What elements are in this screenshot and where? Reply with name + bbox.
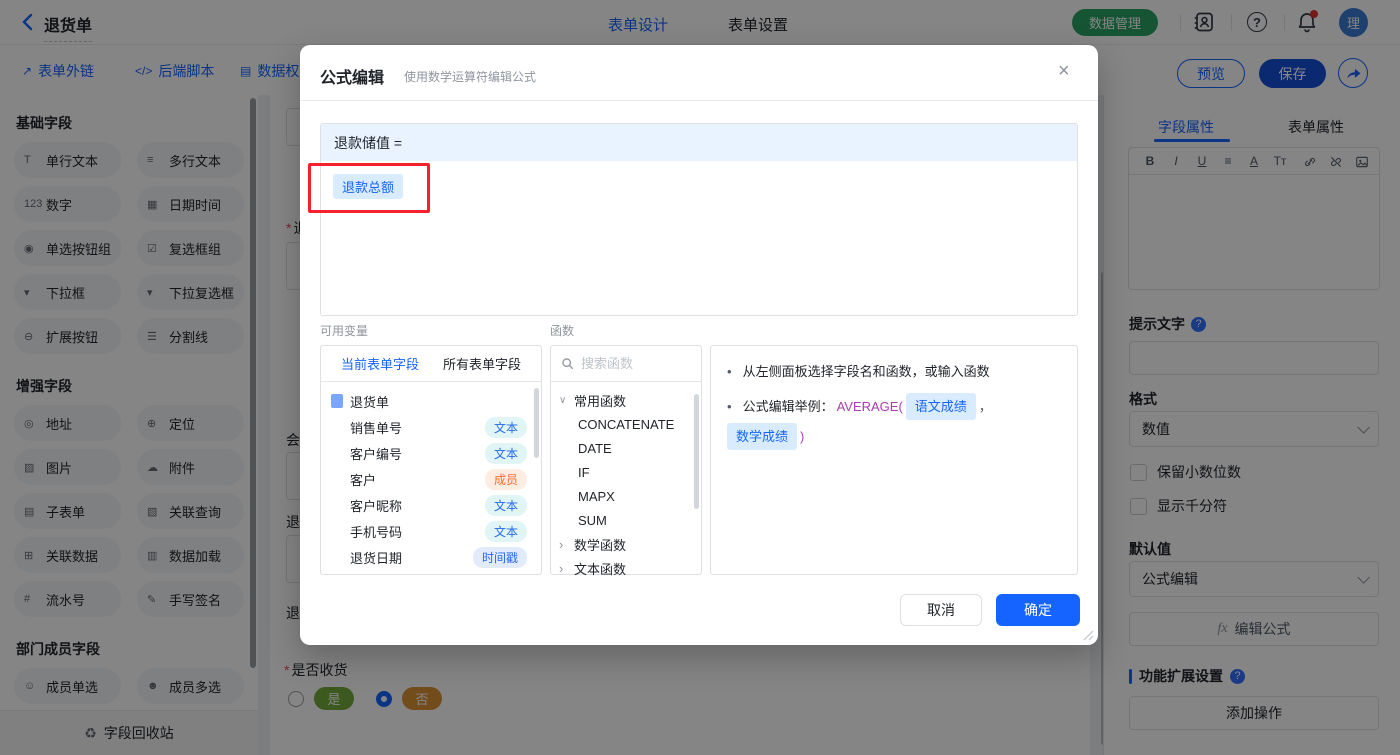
formula-target-bar: 退款储值 = — [321, 124, 1077, 161]
field-type-badge: 文本 — [484, 520, 527, 542]
field-type-badge: 时间戳 — [472, 546, 527, 568]
resize-handle[interactable] — [1082, 629, 1094, 641]
example-chip: 语文成绩 — [905, 393, 976, 420]
variables-tabs: 当前表单字段 所有表单字段 — [321, 346, 541, 382]
variable-field-row[interactable]: 客户昵称 文本 — [331, 492, 535, 518]
annotation-highlight-box — [308, 163, 430, 213]
variables-panel: 当前表单字段 所有表单字段 退货单 销售单号 文本 客户编号 文本 客户 成员 … — [320, 345, 542, 575]
function-list-row[interactable]: 数学函数 — [551, 532, 701, 556]
function-list-row[interactable]: SUM — [551, 508, 701, 532]
field-type-badge: 文本 — [484, 442, 527, 464]
help-line-2: 公式编辑举例：AVERAGE( 语文成绩 ， 数学成绩 ) — [727, 393, 1061, 450]
function-list-row[interactable]: 文本函数 — [551, 556, 701, 580]
function-list-row[interactable]: CONCATENATE — [551, 412, 701, 436]
functions-panel: 常用函数 CONCATENATE DATE IF MAPX SUM 数学函数 文… — [550, 345, 702, 577]
modal-header: 公式编辑 使用数学运算符编辑公式 × — [300, 45, 1098, 101]
function-list-row[interactable]: MAPX — [551, 484, 701, 508]
variables-scrollbar[interactable] — [534, 388, 539, 458]
function-list-row[interactable]: DATE — [551, 436, 701, 460]
variable-field-row[interactable]: 客户编号 文本 — [331, 440, 535, 466]
variable-field-row[interactable]: 手机号码 文本 — [331, 518, 535, 544]
form-icon — [331, 394, 343, 408]
formula-editor[interactable]: 退款储值 = 退款总额 — [320, 123, 1078, 316]
form-node[interactable]: 退货单 — [331, 388, 535, 414]
modal-subtitle: 使用数学运算符编辑公式 — [404, 70, 537, 84]
formula-edit-modal: 公式编辑 使用数学运算符编辑公式 × 退款储值 = 退款总额 可用变量 函数 当… — [300, 45, 1098, 645]
function-list-row[interactable]: 常用函数 — [551, 388, 701, 412]
cancel-button[interactable]: 取消 — [900, 594, 982, 626]
formula-help-panel: 从左侧面板选择字段名和函数，或输入函数 公式编辑举例：AVERAGE( 语文成绩… — [710, 345, 1078, 575]
modal-title: 公式编辑 — [320, 70, 385, 87]
confirm-button[interactable]: 确定 — [996, 594, 1080, 626]
function-list: 常用函数 CONCATENATE DATE IF MAPX SUM 数学函数 文… — [551, 382, 701, 586]
field-type-badge: 成员 — [484, 468, 527, 490]
function-list-row[interactable]: IF — [551, 460, 701, 484]
formula-body[interactable]: 退款总额 — [321, 161, 1077, 315]
functions-label: 函数 — [550, 324, 575, 338]
field-type-badge: 文本 — [484, 416, 527, 438]
function-search[interactable] — [551, 346, 701, 382]
help-line-1: 从左侧面板选择字段名和函数，或输入函数 — [727, 361, 1061, 382]
search-icon — [562, 358, 574, 370]
variable-field-row[interactable]: 退货日期 时间戳 — [331, 544, 535, 570]
variables-label: 可用变量 — [320, 324, 369, 338]
form-designer-screen: 退货单 表单设计 表单设置 数据管理 ? 理 ↗ 表单外链 </> 后端脚本 ▤ — [0, 0, 1400, 755]
function-search-input[interactable] — [581, 356, 681, 371]
variable-field-row[interactable]: 销售单号 文本 — [331, 414, 535, 440]
tab-all-form-fields[interactable]: 所有表单字段 — [443, 354, 521, 373]
variables-tree: 退货单 销售单号 文本 客户编号 文本 客户 成员 客户昵称 文本 手机号码 文… — [321, 382, 541, 570]
tab-current-form-fields[interactable]: 当前表单字段 — [341, 354, 419, 373]
variable-field-row[interactable]: 客户 成员 — [331, 466, 535, 492]
functions-scrollbar[interactable] — [694, 394, 699, 509]
close-icon[interactable]: × — [1058, 61, 1070, 81]
example-chip: 数学成绩 — [727, 423, 798, 450]
field-type-badge: 文本 — [484, 494, 527, 516]
